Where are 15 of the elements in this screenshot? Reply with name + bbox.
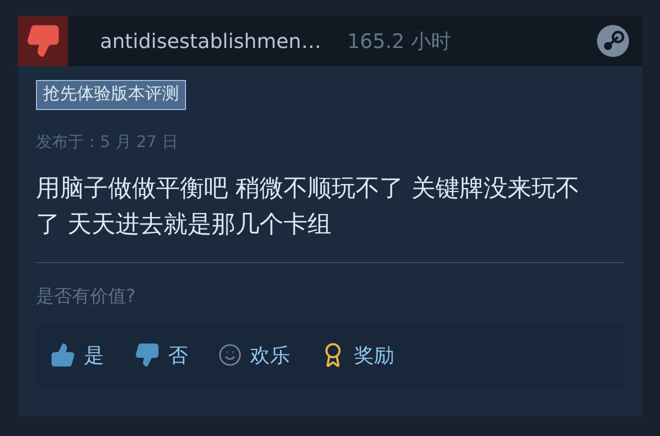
steam-icon xyxy=(596,24,630,58)
helpful-prompt: 是否有价值? xyxy=(36,284,137,308)
post-date: 发布于：5 月 27 日 xyxy=(36,130,178,152)
thumbs-down-icon xyxy=(134,342,160,368)
thumbs-down-icon xyxy=(25,23,61,59)
playtime: 165.2 小时 xyxy=(347,28,451,55)
author-name[interactable]: antidisestablishmen… xyxy=(100,26,322,56)
review-text: 用脑子做做平衡吧 稍微不顺玩不了 关键牌没来玩不了 天天进去就是那几个卡组 xyxy=(36,172,580,240)
early-access-tag: 抢先体验版本评测 xyxy=(36,80,186,110)
thumbs-up-icon xyxy=(50,342,76,368)
vote-button[interactable]: 欢乐 xyxy=(218,340,290,370)
vote-button[interactable]: 否 xyxy=(134,340,188,370)
vote-button[interactable]: 是 xyxy=(50,340,104,370)
smiley-icon xyxy=(218,342,242,366)
vote-button[interactable]: 奖励 xyxy=(320,340,394,370)
